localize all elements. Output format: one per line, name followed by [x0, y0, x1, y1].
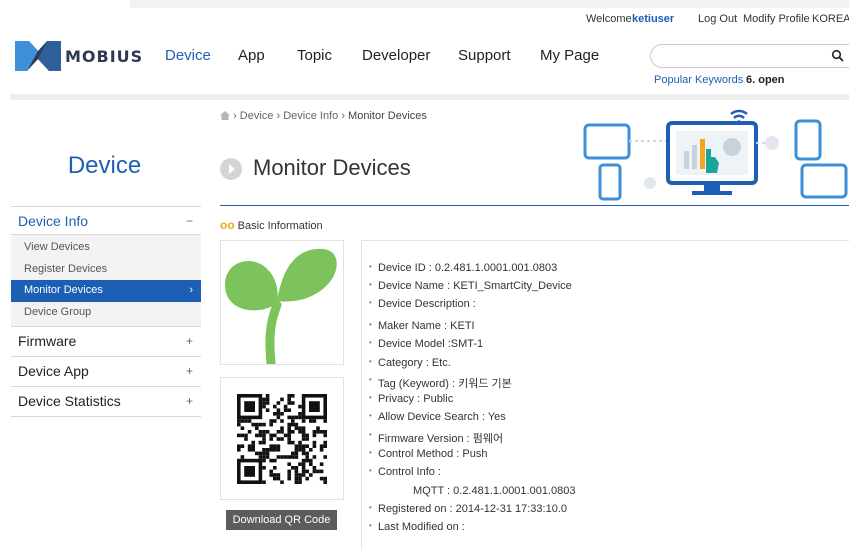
sidebar-item-device-info[interactable]: Device Info − [11, 207, 201, 235]
sidebar-item-firmware[interactable]: Firmware + [11, 327, 201, 356]
sidebar-item-label: Device App [18, 363, 89, 379]
sprout-icon [225, 248, 337, 368]
search-input[interactable] [661, 48, 821, 64]
sidebar-item-device-app[interactable]: Device App + [11, 357, 201, 386]
breadcrumb: › Device › Device Info › Monitor Devices [220, 110, 427, 122]
field-maker-name: Maker Name : KETI [369, 320, 475, 332]
device-info-panel: Device ID : 0.2.481.1.0001.001.0803 Devi… [361, 240, 849, 549]
sidebar-item-label: Device Info [18, 213, 89, 229]
field-mqtt: MQTT : 0.2.481.1.0001.001.0803 [413, 485, 576, 497]
nav-topic[interactable]: Topic [297, 47, 332, 64]
nav-app[interactable]: App [238, 47, 265, 64]
field-privacy: Privacy : Public [369, 393, 453, 405]
username-link[interactable]: ketiuser [632, 13, 674, 25]
sidebar-section-firmware: Firmware + [11, 327, 201, 356]
mobius-logo-icon [15, 41, 61, 71]
sidebar-menu: Device Info − View Devices Register Devi… [11, 206, 201, 417]
field-control-info: Control Info : [369, 466, 441, 478]
search-icon[interactable] [831, 49, 845, 63]
title-divider [220, 205, 849, 206]
qr-code-icon [237, 394, 327, 484]
download-qr-code-button[interactable]: Download QR Code [226, 510, 337, 530]
page-title: Monitor Devices [253, 155, 411, 180]
expand-icon[interactable]: + [186, 357, 193, 386]
tablet-icon [583, 123, 631, 160]
infinity-icon: oo [220, 218, 235, 232]
smartphone-icon [794, 119, 822, 161]
breadcrumb-item-device[interactable]: Device [240, 110, 274, 122]
modify-profile-link[interactable]: Modify Profile [743, 13, 810, 25]
sidebar-subitem-device-group[interactable]: Device Group [11, 302, 201, 324]
tablet-landscape-icon [800, 163, 848, 199]
field-tag-keyword: Tag (Keyword) : 키워드 기본 [369, 375, 512, 391]
welcome-text: Welcome [586, 13, 632, 25]
sidebar-item-label: Firmware [18, 333, 77, 349]
field-last-modified-on: Last Modified on : [369, 521, 465, 533]
sidebar-subitem-label: Monitor Devices [24, 284, 103, 296]
sidebar-title: Device [67, 152, 142, 179]
sidebar-subitem-monitor-devices[interactable]: Monitor Devices › [11, 280, 201, 302]
field-registered-on: Registered on : 2014-12-31 17:33:10.0 [369, 503, 567, 515]
device-image [220, 240, 344, 368]
popular-keyword-link[interactable]: 6. open [746, 74, 785, 86]
sidebar-section-device-statistics: Device Statistics + [11, 386, 201, 416]
nav-developer[interactable]: Developer [362, 47, 430, 64]
logout-link[interactable]: Log Out [698, 13, 737, 25]
header-divider [10, 94, 849, 100]
collapse-icon[interactable]: − [186, 207, 193, 235]
language-link[interactable]: KOREAN [812, 13, 849, 25]
nav-my-page[interactable]: My Page [540, 47, 599, 64]
field-firmware-version: Firmware Version : 펌웨어 [369, 430, 503, 446]
basic-info-heading: oo Basic Information [220, 218, 323, 232]
field-allow-device-search: Allow Device Search : Yes [369, 411, 506, 423]
field-control-method: Control Method : Push [369, 448, 488, 460]
sidebar-item-label: Device Statistics [18, 393, 121, 409]
sidebar-section-device-info: Device Info − View Devices Register Devi… [11, 206, 201, 327]
utility-bar: Welcome ketiuser Log Out Modify Profile … [0, 13, 849, 27]
popular-keywords-label: Popular Keywords [654, 74, 744, 86]
field-category: Category : Etc. [369, 357, 451, 369]
breadcrumb-separator: › [341, 110, 345, 122]
nav-device[interactable]: Device [165, 47, 211, 64]
popular-keywords: Popular Keywords 6. open [654, 74, 785, 86]
sidebar-submenu: View Devices Register Devices Monitor De… [11, 235, 201, 327]
breadcrumb-separator: › [233, 110, 237, 122]
phone-icon [598, 163, 622, 201]
field-device-model: Device Model :SMT-1 [369, 338, 483, 350]
breadcrumb-separator: › [276, 110, 281, 122]
sidebar-bottom-divider [11, 416, 201, 417]
search-box [650, 44, 849, 68]
breadcrumb-item-current: Monitor Devices [348, 110, 427, 122]
chevron-right-icon: › [189, 284, 193, 296]
qr-code-image [220, 377, 344, 500]
logo-text: MOBIUS [65, 47, 144, 66]
sidebar-item-device-statistics[interactable]: Device Statistics + [11, 387, 201, 416]
top-utility-background [130, 0, 849, 8]
home-icon[interactable] [220, 111, 230, 120]
field-device-id: Device ID : 0.2.481.1.0001.001.0803 [369, 262, 557, 274]
expand-icon[interactable]: + [186, 387, 193, 416]
device-monitor-illustration [583, 109, 848, 201]
nav-support[interactable]: Support [458, 47, 511, 64]
sidebar-subitem-view-devices[interactable]: View Devices [11, 237, 201, 259]
expand-icon[interactable]: + [186, 327, 193, 356]
play-circle-icon [220, 158, 242, 180]
basic-info-label: Basic Information [237, 220, 323, 232]
monitor-icon [666, 121, 758, 195]
field-device-description: Device Description : [369, 298, 476, 310]
field-device-name: Device Name : KETI_SmartCity_Device [369, 280, 572, 292]
sidebar-subitem-register-devices[interactable]: Register Devices [11, 259, 201, 281]
sidebar-section-device-app: Device App + [11, 356, 201, 386]
breadcrumb-item-device-info[interactable]: Device Info [283, 110, 338, 122]
